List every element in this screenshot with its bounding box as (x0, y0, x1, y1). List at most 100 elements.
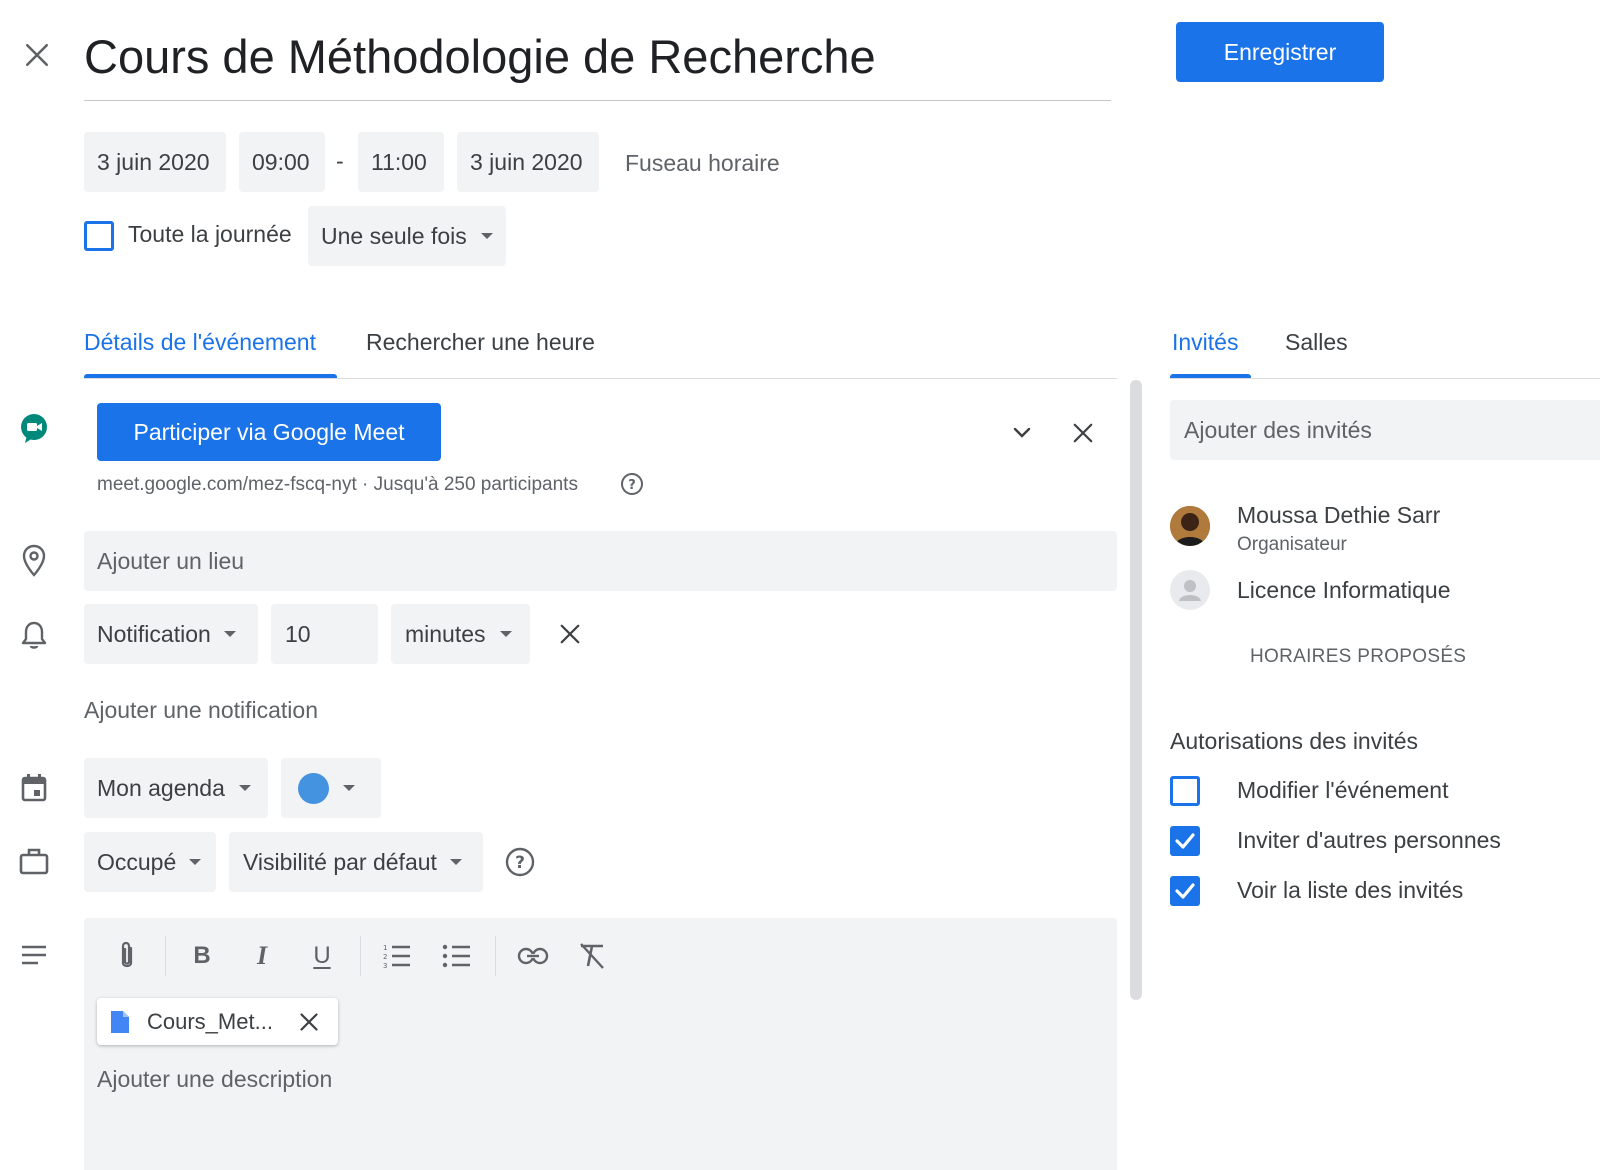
clear-formatting-icon[interactable] (572, 936, 612, 976)
tab-event-details[interactable]: Détails de l'événement (84, 329, 316, 356)
google-meet-icon (18, 412, 50, 446)
chevron-down-icon (449, 859, 462, 865)
title-underline (84, 100, 1111, 101)
permission-label: Modifier l'événement (1237, 777, 1449, 803)
availability-status: Occupé (97, 848, 177, 875)
bullet-list-icon[interactable] (437, 936, 477, 976)
start-date: 3 juin 2020 (97, 148, 210, 175)
guest-role: Organisateur (1237, 534, 1347, 555)
permissions-title: Autorisations des invités (1170, 728, 1419, 754)
tabs-divider (1170, 378, 1600, 379)
attachment-icon[interactable] (107, 936, 147, 976)
add-guests-placeholder: Ajouter des invités (1184, 416, 1372, 443)
recurrence-dropdown[interactable]: Une seule fois (308, 206, 506, 266)
underline-icon[interactable]: U (302, 936, 342, 976)
availability-dropdown[interactable]: Occupé (84, 832, 216, 892)
description-placeholder[interactable]: Ajouter une description (97, 1066, 332, 1093)
event-title-input[interactable]: Cours de Méthodologie de Recherche (84, 26, 1111, 102)
event-color-dropdown[interactable] (281, 758, 381, 818)
visibility-dropdown[interactable]: Visibilité par défaut (229, 832, 483, 892)
svg-text:2: 2 (383, 953, 387, 961)
numbered-list-icon[interactable]: 123 (377, 936, 417, 976)
start-time-chip[interactable]: 09:00 (239, 132, 325, 192)
end-time: 11:00 (371, 148, 427, 175)
svg-text:?: ? (628, 478, 636, 493)
help-icon[interactable]: ? (504, 846, 536, 878)
join-google-meet-label: Participer via Google Meet (133, 418, 405, 445)
event-color-swatch (298, 772, 329, 804)
permission-checkbox[interactable] (1170, 776, 1200, 806)
save-button[interactable]: Enregistrer (1176, 22, 1384, 82)
guest-name: Licence Informatique (1237, 577, 1451, 603)
event-title: Cours de Méthodologie de Recherche (84, 30, 876, 83)
notification-value-input[interactable]: 10 (271, 604, 378, 664)
all-day-checkbox[interactable] (84, 221, 114, 251)
guest-name: Moussa Dethie Sarr (1237, 502, 1441, 528)
calendar-dropdown[interactable]: Mon agenda (84, 758, 268, 818)
notes-icon (18, 941, 50, 969)
add-guests-input[interactable]: Ajouter des invités (1170, 400, 1600, 460)
end-date: 3 juin 2020 (470, 148, 583, 175)
svg-text:?: ? (515, 853, 525, 873)
svg-text:3: 3 (383, 962, 387, 969)
permission-label: Inviter d'autres personnes (1237, 827, 1501, 853)
scrollbar-thumb[interactable] (1130, 380, 1142, 1000)
recurrence-value: Une seule fois (321, 222, 467, 249)
end-time-chip[interactable]: 11:00 (358, 132, 444, 192)
remove-meet-icon[interactable] (1068, 418, 1098, 448)
notification-unit: minutes (405, 620, 486, 647)
link-icon[interactable] (513, 936, 553, 976)
attachment-name: Cours_Met... (147, 1008, 273, 1034)
time-separator: - (336, 148, 344, 174)
chevron-down-icon (499, 631, 512, 637)
tab-find-time[interactable]: Rechercher une heure (366, 329, 595, 356)
location-input[interactable]: Ajouter un lieu (84, 531, 1117, 591)
remove-attachment-icon[interactable] (299, 1012, 319, 1032)
toolbar-divider (165, 936, 166, 976)
notification-value: 10 (285, 620, 311, 647)
remove-notification-icon[interactable] (555, 619, 585, 649)
bell-icon (18, 618, 50, 652)
location-pin-icon (18, 543, 50, 579)
help-icon[interactable]: ? (620, 472, 644, 496)
visibility-value: Visibilité par défaut (243, 848, 437, 875)
calendar-icon (18, 771, 50, 805)
add-notification-link[interactable]: Ajouter une notification (84, 697, 318, 724)
avatar (1170, 506, 1210, 546)
chevron-down-icon (223, 631, 236, 637)
tab-guests[interactable]: Invités (1172, 329, 1238, 356)
calendar-name: Mon agenda (97, 774, 225, 801)
end-date-chip[interactable]: 3 juin 2020 (457, 132, 599, 192)
join-google-meet-button[interactable]: Participer via Google Meet (97, 403, 441, 461)
toolbar-divider (360, 936, 361, 976)
attachment-chip[interactable]: Cours_Met... (97, 998, 338, 1045)
tabs-divider (84, 378, 1117, 379)
start-time: 09:00 (252, 148, 310, 175)
notification-unit-dropdown[interactable]: minutes (391, 604, 530, 664)
permission-checkbox[interactable] (1170, 826, 1200, 856)
permission-label: Voir la liste des invités (1237, 877, 1464, 903)
svg-text:1: 1 (383, 944, 387, 952)
close-icon[interactable] (18, 36, 56, 74)
chevron-down-icon (480, 233, 493, 239)
notification-type-dropdown[interactable]: Notification (84, 604, 258, 664)
all-day-label: Toute la journée (128, 221, 292, 247)
chevron-down-icon (238, 785, 251, 791)
permission-checkbox[interactable] (1170, 876, 1200, 906)
notification-type: Notification (97, 620, 211, 647)
chevron-down-icon[interactable] (1008, 419, 1036, 447)
start-date-chip[interactable]: 3 juin 2020 (84, 132, 226, 192)
location-placeholder: Ajouter un lieu (97, 547, 245, 574)
chevron-down-icon (189, 859, 202, 865)
proposed-times-button[interactable]: HORAIRES PROPOSÉS (1250, 646, 1466, 668)
save-button-label: Enregistrer (1223, 38, 1337, 65)
tab-rooms[interactable]: Salles (1285, 329, 1348, 356)
toolbar-divider (495, 936, 496, 976)
timezone-link[interactable]: Fuseau horaire (625, 150, 780, 177)
document-icon (109, 1009, 131, 1035)
italic-icon[interactable]: I (242, 936, 282, 976)
chevron-down-icon (343, 785, 355, 791)
avatar (1170, 570, 1210, 610)
briefcase-icon (18, 845, 50, 877)
bold-icon[interactable]: B (182, 936, 222, 976)
